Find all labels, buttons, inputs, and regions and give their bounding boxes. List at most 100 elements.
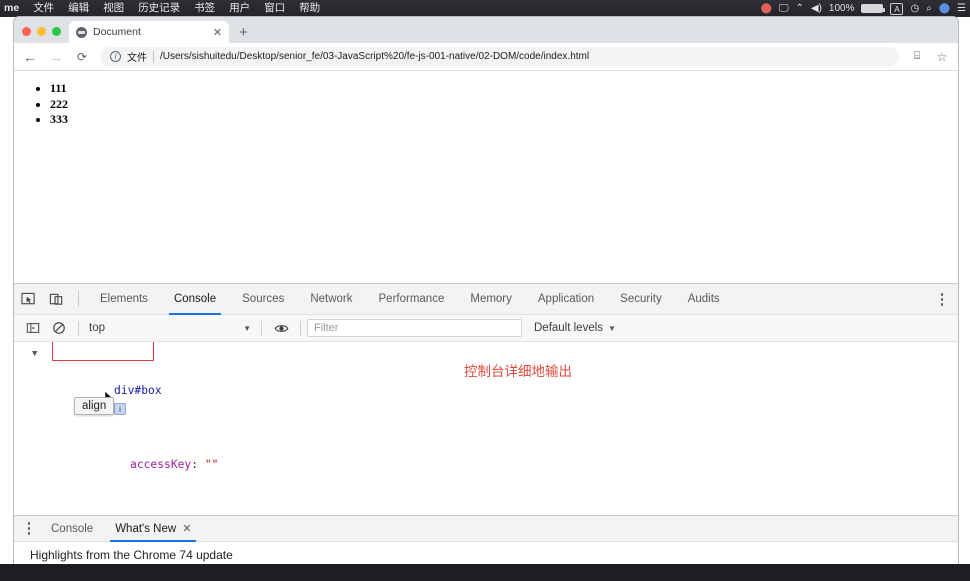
browser-tab[interactable]: Document ✕ [69,21,229,43]
tab-application[interactable]: Application [525,284,607,315]
console-property-line: accessKey: "" [130,458,219,471]
drawer-tab-label: What's New [115,522,177,535]
window-controls [14,27,69,43]
page-info-icon[interactable]: i [110,51,121,62]
console-sidebar-icon[interactable] [20,315,46,342]
chrome-window: Document ✕ + ← → ⟳ i 文件 /Users/sishuited… [14,17,958,564]
inspect-element-icon[interactable] [14,284,42,315]
macos-menu-bar: me 文件 编辑 视图 历史记录 书签 用户 窗口 帮助 ⬤ 🖵 ⌃ ◀) 10… [0,0,970,17]
property-name: accessKey [130,458,192,471]
reload-button[interactable]: ⟳ [74,50,90,64]
tab-security[interactable]: Security [607,284,675,315]
maximize-window-button[interactable] [52,27,61,36]
omnibox-divider [153,50,154,63]
close-icon[interactable]: ✕ [213,26,222,39]
console-output: ▼ div#box i 控制台详细地输出 accessKey: "" align… [14,342,958,528]
whats-new-body: Highlights from the Chrome 74 update [30,548,233,562]
log-levels-value: Default levels [534,322,604,334]
forward-button[interactable]: → [48,49,64,65]
device-toolbar-icon[interactable] [42,284,70,315]
property-value: "" [204,458,219,471]
assistant-icon[interactable]: ⬤ [939,0,950,17]
omnibox-toolbar: ← → ⟳ i 文件 /Users/sishuitedu/Desktop/sen… [14,43,958,71]
tab-audits[interactable]: Audits [675,284,733,315]
expand-triangle-icon[interactable]: ▼ [32,345,37,364]
omnibox-actions: ⌸ ☆ [909,50,950,64]
devtools-drawer: Console What's New ✕ Highlights from the … [14,515,958,562]
display-icon[interactable]: 🖵 [779,0,789,17]
tab-memory[interactable]: Memory [457,284,525,315]
address-bar[interactable]: i 文件 /Users/sishuitedu/Desktop/senior_fe… [100,46,899,67]
filter-placeholder: Filter [314,322,339,334]
console-root-node: div#box [114,384,162,397]
menu-item-edit[interactable]: 编辑 [61,0,96,17]
volume-icon[interactable]: ◀) [811,0,822,17]
list-item: 111 [50,81,958,97]
clear-console-icon[interactable] [46,315,72,342]
chevron-down-icon: ▼ [608,323,616,333]
tab-elements[interactable]: Elements [87,284,161,315]
toolbar-divider [300,320,301,336]
menu-item-help[interactable]: 帮助 [292,0,327,17]
cast-icon[interactable]: ⌸ [909,50,925,63]
wifi-icon[interactable]: ⌃ [795,0,803,17]
new-tab-button[interactable]: + [239,25,248,40]
live-expression-eye-icon[interactable] [268,315,294,342]
toolbar-divider [78,291,79,307]
page-list: 111 222 333 [50,81,958,128]
menu-item-bookmarks[interactable]: 书签 [187,0,222,17]
close-window-button[interactable] [22,27,31,36]
page-viewport: 111 222 333 [14,71,958,283]
minimize-window-button[interactable] [37,27,46,36]
star-icon[interactable]: ☆ [934,50,950,64]
tab-performance[interactable]: Performance [366,284,458,315]
tab-console[interactable]: Console [161,284,229,315]
filter-input[interactable]: Filter [307,319,522,337]
timemachine-icon[interactable]: ◷ [910,0,919,17]
execution-context-select[interactable]: top ▼ [85,322,255,334]
menu-item-history[interactable]: 历史记录 [131,0,187,17]
execution-context-value: top [89,322,105,334]
devtools-panel: Elements Console Sources Network Perform… [14,283,958,562]
globe-icon [76,26,87,38]
annotation-text: 控制台详细地输出 [464,364,572,379]
property-tooltip: align [74,397,115,415]
tab-sources[interactable]: Sources [229,284,297,315]
tab-title: Document [93,26,141,38]
battery-percent-label: 100% [828,3,855,14]
battery-icon[interactable] [861,4,886,13]
chevron-down-icon: ▼ [243,323,251,333]
back-button[interactable]: ← [22,49,38,65]
control-center-icon[interactable]: ☰ [957,0,966,17]
menu-bar-status-area: ⬤ 🖵 ⌃ ◀) 100% A ◷ ⌕ ⬤ ☰ [761,0,966,17]
screenshot-root: me 文件 编辑 视图 历史记录 书签 用户 窗口 帮助 ⬤ 🖵 ⌃ ◀) 10… [0,0,970,581]
log-levels-select[interactable]: Default levels ▼ [534,322,616,334]
menu-item-view[interactable]: 视图 [96,0,131,17]
tab-strip: Document ✕ + [14,17,958,43]
spotlight-search-icon[interactable]: ⌕ [926,0,932,17]
url-text: /Users/sishuitedu/Desktop/senior_fe/03-J… [160,51,590,62]
console-toolbar: top ▼ Filter Default levels ▼ [14,315,958,342]
toolbar-divider [261,320,262,336]
list-item: 222 [50,97,958,113]
menu-item-file[interactable]: 文件 [26,0,61,17]
drawer-more-options-icon[interactable] [18,516,40,542]
desktop-bottom-strip [0,564,970,581]
toolbar-divider [78,320,79,336]
menu-item-profiles[interactable]: 用户 [222,0,257,17]
drawer-tab-whats-new[interactable]: What's New ✕ [104,516,202,542]
more-options-icon[interactable] [930,284,954,315]
record-icon[interactable]: ⬤ [761,0,772,17]
devtools-tabbar: Elements Console Sources Network Perform… [14,284,958,315]
menu-item-window[interactable]: 窗口 [257,0,292,17]
devtools-tab-list: Elements Console Sources Network Perform… [87,284,733,315]
tab-network[interactable]: Network [297,284,365,315]
drawer-tab-list: Console What's New ✕ [14,516,958,542]
drawer-tab-console[interactable]: Console [40,516,104,542]
scheme-label: 文件 [127,53,147,64]
menu-app-name[interactable]: me [2,0,26,17]
console-root-line[interactable]: ▼ div#box i [14,345,958,438]
annotation-highlight-box [52,342,154,361]
close-icon[interactable]: ✕ [182,523,191,535]
input-source-icon[interactable]: A [890,2,904,15]
